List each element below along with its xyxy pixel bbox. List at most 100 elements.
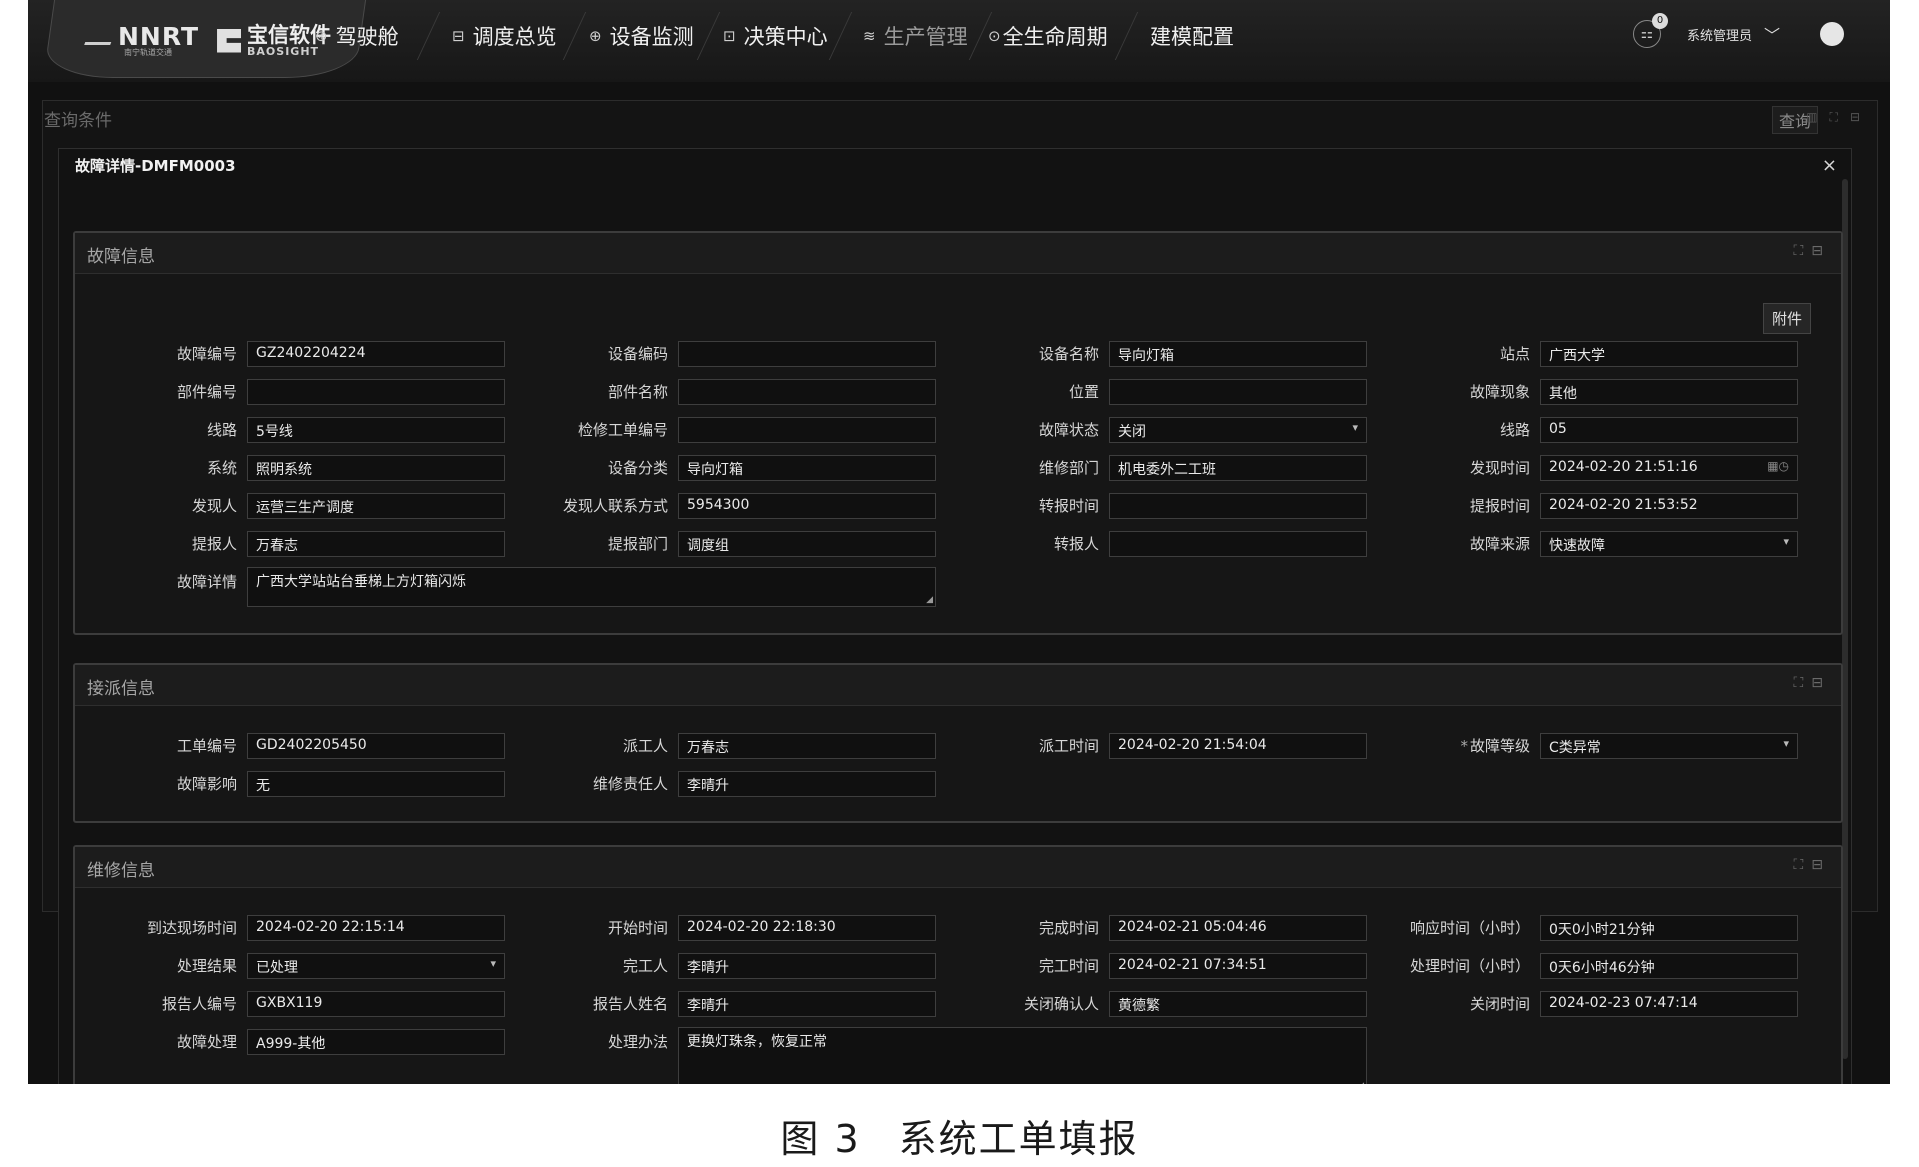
fault-level-select[interactable]: C类异常 — [1540, 733, 1798, 759]
label-report-time: 提报时间 — [1469, 497, 1530, 515]
monitor-icon: ⊟ — [452, 27, 465, 45]
fault-detail-textarea[interactable]: 广西大学站站台垂梯上方灯箱闪烁 ◢ — [247, 567, 936, 607]
transfer-time-field[interactable] — [1109, 493, 1367, 519]
reporter-field[interactable]: 万春志 — [247, 531, 505, 557]
part-name-field[interactable] — [678, 379, 936, 405]
transfer-person-field[interactable] — [1109, 531, 1367, 557]
user-name[interactable]: 系统管理员 — [1687, 25, 1752, 44]
equip-code-field[interactable] — [678, 341, 936, 367]
label-transfer-person: 转报人 — [1053, 535, 1099, 553]
expand-icon[interactable]: ⛶ — [1830, 110, 1850, 124]
nav-full-lifecycle[interactable]: ⊙ 全生命周期 — [988, 22, 1108, 50]
collapse-icon[interactable]: ⊟ — [1811, 243, 1831, 259]
query-panel-title: 查询条件 — [44, 111, 112, 131]
complete-time-field[interactable]: 2024-02-21 07:34:51 — [1109, 953, 1367, 979]
fault-status-select[interactable]: 关闭 — [1109, 417, 1367, 443]
responsible-field[interactable]: 李晴升 — [678, 771, 936, 797]
label-dispatch-time: 派工时间 — [1038, 737, 1099, 755]
user-area: ⚏ 0 系统管理员 ﹀ — [1633, 13, 1845, 48]
reporter-no-field[interactable]: GXBX119 — [247, 991, 505, 1017]
resize-handle-icon[interactable]: ◢ — [926, 595, 933, 605]
handle-time-field[interactable]: 0天6小时46分钟 — [1540, 953, 1798, 979]
nav-cockpit[interactable]: ⊛ 驾驶舱 — [315, 22, 399, 50]
label-close-time: 关闭时间 — [1469, 995, 1530, 1013]
close-confirm-field[interactable]: 黄德繁 — [1109, 991, 1367, 1017]
close-time-field[interactable]: 2024-02-23 07:47:14 — [1540, 991, 1798, 1017]
fault-detail-text: 广西大学站站台垂梯上方灯箱闪烁 — [256, 574, 466, 590]
phenomenon-field[interactable]: 其他 — [1540, 379, 1798, 405]
station-field[interactable]: 广西大学 — [1540, 341, 1798, 367]
collapse-icon[interactable]: ⊟ — [1850, 110, 1872, 124]
fault-no-field[interactable]: GZ2402204224 — [247, 341, 505, 367]
baosight-logo: 宝信软件 BAOSIGHT — [217, 24, 331, 57]
worker-field[interactable]: 李晴升 — [678, 953, 936, 979]
label-repair-order-no: 检修工单编号 — [577, 421, 668, 439]
label-equip-code: 设备编码 — [607, 345, 668, 363]
collapse-icon[interactable]: ⊟ — [1811, 675, 1831, 691]
order-no-field[interactable]: GD2402205450 — [247, 733, 505, 759]
start-time-field[interactable]: 2024-02-20 22:18:30 — [678, 915, 936, 941]
section-title: 故障信息 — [87, 247, 155, 267]
logo-group[interactable]: NNRT 南宁轨道交通 宝信软件 BAOSIGHT — [84, 24, 331, 57]
dispatch-time-field[interactable]: 2024-02-20 21:54:04 — [1109, 733, 1367, 759]
label-worker: 完工人 — [622, 957, 668, 975]
label-start-time: 开始时间 — [607, 919, 668, 937]
found-time-picker[interactable]: 2024-02-20 21:51:16 ▦◷ — [1540, 455, 1798, 481]
calendar-clock-icon[interactable]: ▦◷ — [1767, 459, 1789, 473]
app-screen: NNRT 南宁轨道交通 宝信软件 BAOSIGHT ⊛ 驾驶舱 ⊟ 调度总览 ⊕… — [28, 0, 1890, 1084]
label-reporter: 提报人 — [191, 535, 237, 553]
nav-modeling-config[interactable]: 建模配置 — [1150, 22, 1234, 50]
resize-handle-icon[interactable]: ◢ — [1357, 1081, 1364, 1084]
equip-class-field[interactable]: 导向灯箱 — [678, 455, 936, 481]
fault-source-select[interactable]: 快速故障 — [1540, 531, 1798, 557]
chevron-down-icon[interactable]: ﹀ — [1764, 22, 1780, 46]
label-method: 处理办法 — [607, 1033, 668, 1051]
figure-number: 图 3 — [780, 1117, 861, 1161]
line-code-field[interactable]: 05 — [1540, 417, 1798, 443]
found-time-value: 2024-02-20 21:51:16 — [1549, 459, 1698, 475]
method-textarea[interactable]: 更换灯珠条，恢复正常 ◢ — [678, 1027, 1367, 1084]
avatar[interactable] — [1820, 22, 1845, 46]
close-icon[interactable]: × — [1822, 155, 1837, 176]
part-no-field[interactable] — [247, 379, 505, 405]
report-time-field[interactable]: 2024-02-20 21:53:52 — [1540, 493, 1798, 519]
nav-equipment-monitoring[interactable]: ⊕ 设备监测 — [589, 22, 694, 50]
position-field[interactable] — [1109, 379, 1367, 405]
fault-handling-field[interactable]: A999-其他 — [247, 1029, 505, 1055]
attachment-button[interactable]: 附件 — [1762, 303, 1811, 334]
result-select[interactable]: 已处理 — [247, 953, 505, 979]
report-dept-field[interactable]: 调度组 — [678, 531, 936, 557]
dispatcher-field[interactable]: 万春志 — [678, 733, 936, 759]
arrive-time-field[interactable]: 2024-02-20 22:15:14 — [247, 915, 505, 941]
label-fault-source: 故障来源 — [1469, 535, 1530, 553]
label-equip-name: 设备名称 — [1038, 345, 1099, 363]
label-arrive-time: 到达现场时间 — [146, 919, 237, 937]
nav-production-management[interactable]: ≋ 生产管理 — [863, 22, 968, 50]
nnrt-logo: NNRT 南宁轨道交通 — [84, 24, 199, 57]
fault-impact-field[interactable]: 无 — [247, 771, 505, 797]
system-field[interactable]: 照明系统 — [247, 455, 505, 481]
baosight-mark-icon — [217, 28, 242, 53]
finish-time-field[interactable]: 2024-02-21 05:04:46 — [1109, 915, 1367, 941]
label-finder-contact: 发现人联系方式 — [562, 497, 668, 515]
apps-icon[interactable]: ⚏ 0 — [1633, 13, 1668, 48]
label-station: 站点 — [1499, 345, 1530, 363]
expand-icon[interactable]: ⛶ — [1793, 675, 1811, 691]
query-panel-tools: ▥⛶⊟ — [1806, 110, 1872, 125]
repair-order-no-field[interactable] — [678, 417, 936, 443]
expand-icon[interactable]: ⛶ — [1793, 857, 1811, 873]
nav-decision-center[interactable]: ⊡ 决策中心 — [723, 22, 828, 50]
nav-dispatch-overview[interactable]: ⊟ 调度总览 — [452, 22, 557, 50]
equip-name-field[interactable]: 导向灯箱 — [1109, 341, 1367, 367]
collapse-icon[interactable]: ⊟ — [1811, 857, 1831, 873]
expand-icon[interactable]: ⛶ — [1793, 243, 1811, 259]
label-fault-level: 故障等级 — [1400, 735, 1530, 756]
response-time-field[interactable]: 0天0小时21分钟 — [1540, 915, 1798, 941]
finder-contact-field[interactable]: 5954300 — [678, 493, 936, 519]
repair-dept-field[interactable]: 机电委外二工班 — [1109, 455, 1367, 481]
finder-field[interactable]: 运营三生产调度 — [247, 493, 505, 519]
dispatch-info-section: 接派信息 ⛶⊟ 工单编号 GD2402205450 派工人 万春志 派工时间 2… — [73, 663, 1843, 823]
reporter-name-field[interactable]: 李晴升 — [678, 991, 936, 1017]
line-field[interactable]: 5号线 — [247, 417, 505, 443]
delete-icon[interactable]: ▥ — [1806, 110, 1829, 124]
